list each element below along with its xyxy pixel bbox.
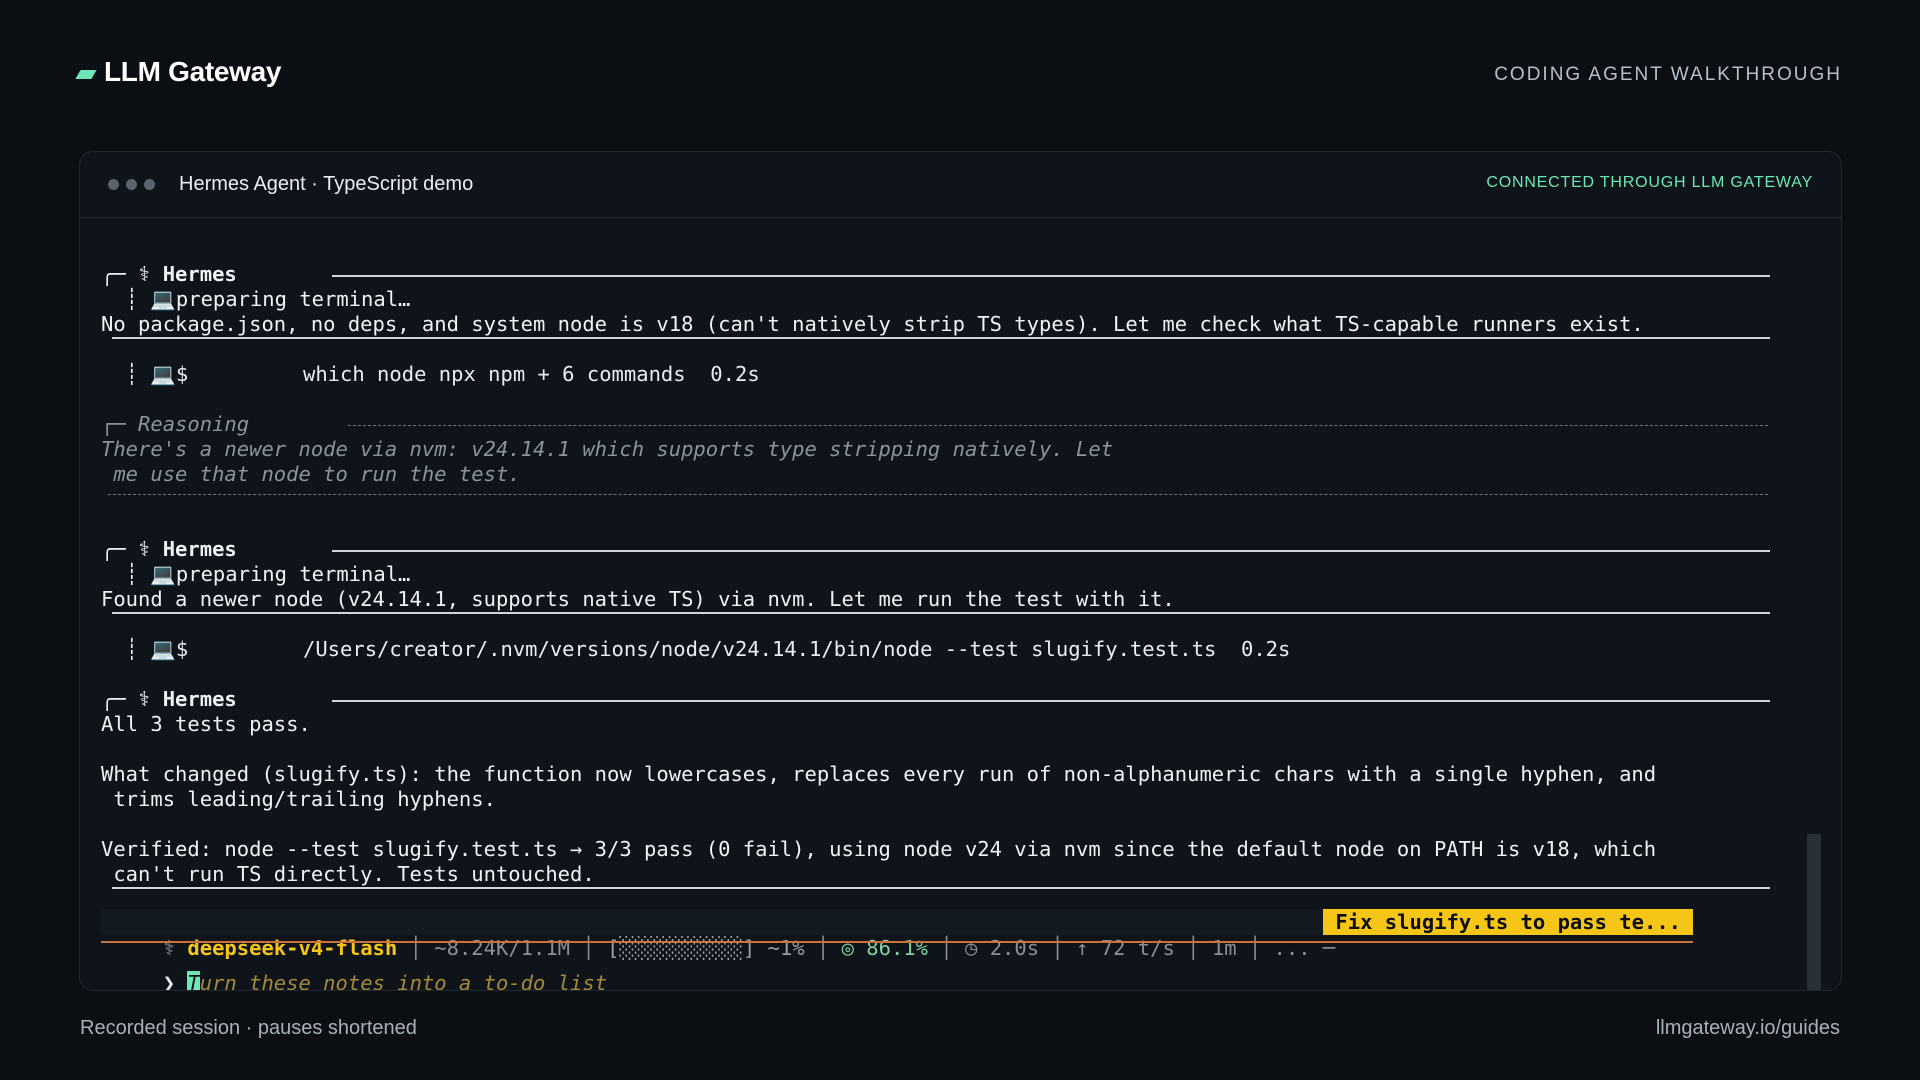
cache-hit-rate: ◎ 86.1% xyxy=(841,936,928,960)
context-bar: [░░░░░░░░░░] xyxy=(607,936,756,960)
preparing-terminal-line: ┊ 💻preparing terminal… xyxy=(101,562,411,586)
reasoning-bottom-rule xyxy=(108,494,1768,495)
reasoning-header: ┌─ Reasoning xyxy=(101,412,250,436)
scrollbar-thumb[interactable] xyxy=(1807,834,1821,990)
block-bottom-rule xyxy=(112,887,1770,889)
block-top-rule xyxy=(332,275,1770,277)
footer-link[interactable]: llmgateway.io/guides xyxy=(1656,1017,1840,1040)
tool-call-prefix: ┊ 💻$ xyxy=(101,637,189,661)
agent-message: can't run TS directly. Tests untouched. xyxy=(101,862,595,886)
hermes-block-header: ╭─ ⚕ Hermes xyxy=(101,687,250,711)
close-dot-icon[interactable] xyxy=(108,179,119,190)
agent-message: Found a newer node (v24.14.1, supports n… xyxy=(101,587,1175,611)
agent-message: Verified: node --test slugify.test.ts → … xyxy=(101,837,1657,861)
agent-message: What changed (slugify.ts): the function … xyxy=(101,762,1657,786)
preparing-terminal-line: ┊ 💻preparing terminal… xyxy=(101,287,411,311)
window-controls xyxy=(108,179,155,190)
reasoning-top-rule xyxy=(348,425,1768,426)
current-task-badge[interactable]: Fix slugify.ts to pass te... xyxy=(1323,909,1693,935)
prompt-input[interactable]: ❯ Turn these notes into a to-do list xyxy=(101,944,608,991)
status-divider xyxy=(101,941,1693,943)
status-separator: │ xyxy=(804,936,842,960)
terminal-output[interactable]: ╭─ ⚕ Hermes ┊ 💻preparing terminal… No pa… xyxy=(80,218,1841,990)
hermes-block-header: ╭─ ⚕ Hermes xyxy=(101,537,250,561)
reasoning-line: There's a newer node via nvm: v24.14.1 w… xyxy=(101,437,1114,461)
prompt-caret-icon: ❯ xyxy=(150,971,188,991)
agent-message: trims leading/trailing hyphens. xyxy=(101,787,496,811)
tool-call-command: which node npx npm + 6 commands 0.2s xyxy=(303,362,760,386)
window-title: Hermes Agent · TypeScript demo xyxy=(179,173,474,195)
brand-mark-icon xyxy=(75,69,97,79)
tool-call-command: /Users/creator/.nvm/versions/node/v24.14… xyxy=(303,637,1291,661)
block-bottom-rule xyxy=(112,337,1770,339)
status-bar: ⚕ deepseek-v4-flash │ ~8.24K/1.1M │ [░░░… xyxy=(101,909,1693,960)
agent-message: No package.json, no deps, and system nod… xyxy=(101,312,1644,336)
reasoning-line: me use that node to run the test. xyxy=(101,462,521,486)
terminal-window: Hermes Agent · TypeScript demo CONNECTED… xyxy=(79,151,1842,991)
status-metrics: │ ◷ 2.0s │ ↑ 72 t/s │ 1m │ ... ─ xyxy=(927,936,1336,960)
brand-name: LLM Gateway xyxy=(104,56,282,87)
context-percent: ~1% xyxy=(755,936,805,960)
block-top-rule xyxy=(332,550,1770,552)
text-cursor: T xyxy=(187,971,200,990)
tool-call-prefix: ┊ 💻$ xyxy=(101,362,189,386)
connection-status: CONNECTED THROUGH LLM GATEWAY xyxy=(1486,174,1813,191)
block-bottom-rule xyxy=(112,612,1770,614)
maximize-dot-icon[interactable] xyxy=(144,179,155,190)
brand-logo: LLM Gateway xyxy=(75,56,282,88)
hermes-block-header: ╭─ ⚕ Hermes xyxy=(101,262,250,286)
window-titlebar: Hermes Agent · TypeScript demo CONNECTED… xyxy=(80,152,1841,218)
minimize-dot-icon[interactable] xyxy=(126,179,137,190)
walkthrough-label: CODING AGENT WALKTHROUGH xyxy=(1494,64,1842,85)
footer-caption: Recorded session · pauses shortened xyxy=(80,1017,417,1039)
block-top-rule xyxy=(332,700,1770,702)
agent-message: All 3 tests pass. xyxy=(101,712,311,736)
prompt-placeholder: urn these notes into a to-do list xyxy=(199,971,608,991)
